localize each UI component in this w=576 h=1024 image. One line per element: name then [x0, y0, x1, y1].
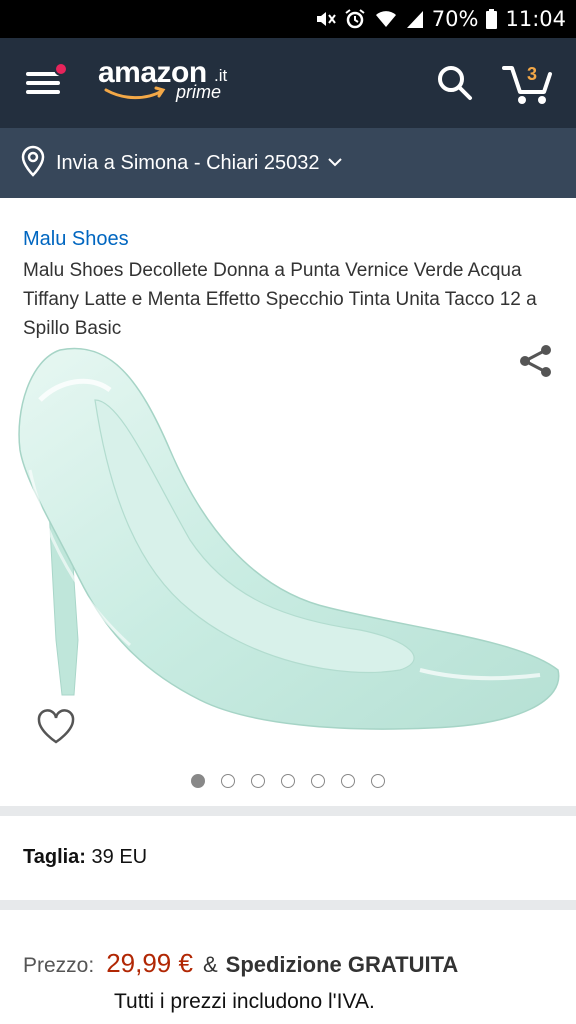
share-icon: [520, 345, 551, 377]
pagination-dot[interactable]: [341, 774, 355, 788]
free-shipping-text: Spedizione GRATUITA: [225, 952, 459, 977]
share-button[interactable]: [518, 343, 554, 384]
pagination-dot[interactable]: [191, 774, 205, 788]
size-selector[interactable]: Taglia: 39 EU: [23, 846, 147, 869]
search-icon: [438, 66, 472, 100]
size-value: 39 EU: [91, 846, 148, 868]
signal-icon: [406, 9, 424, 29]
section-divider: [0, 900, 576, 910]
clock: 11:04: [505, 7, 566, 31]
notification-dot: [54, 62, 68, 76]
wifi-icon: [374, 9, 398, 29]
amazon-logo[interactable]: amazon .it prime: [98, 56, 248, 106]
battery-percent: 70%: [431, 7, 479, 31]
battery-icon: [486, 9, 498, 29]
heart-icon: [37, 709, 75, 744]
product-title: Malu Shoes Decollete Donna a Punta Verni…: [23, 260, 537, 339]
pagination-dot[interactable]: [371, 774, 385, 788]
search-button[interactable]: [436, 64, 474, 107]
price-value: 29,99 €: [106, 948, 193, 978]
pagination-dot[interactable]: [221, 774, 235, 788]
product-image[interactable]: [0, 340, 576, 770]
location-pin-icon: [20, 145, 46, 182]
chevron-down-icon: [327, 154, 343, 172]
app-header: amazon .it prime 3: [0, 38, 576, 128]
vat-note: Tutti i prezzi includono l'IVA.: [114, 990, 375, 1013]
image-pagination: [0, 774, 576, 788]
pagination-dot[interactable]: [311, 774, 325, 788]
section-divider: [0, 806, 576, 816]
alarm-icon: [344, 8, 366, 30]
cart-button[interactable]: 3: [500, 60, 556, 106]
price-amp: &: [202, 952, 218, 977]
pagination-dot[interactable]: [251, 774, 265, 788]
brand-link[interactable]: Malu Shoes: [23, 228, 129, 251]
smile-icon: [104, 86, 166, 100]
price-row: Prezzo: 29,99 € & Spedizione GRATUITA: [23, 948, 458, 979]
add-to-wishlist-button[interactable]: [36, 709, 76, 750]
cart-count: 3: [527, 64, 538, 84]
pagination-dot[interactable]: [281, 774, 295, 788]
menu-button[interactable]: [26, 62, 68, 98]
mute-icon: [314, 9, 336, 29]
price-label: Prezzo:: [23, 954, 95, 977]
delivery-location-text: Invia a Simona - Chiari 25032: [56, 151, 320, 174]
delivery-location-bar[interactable]: Invia a Simona - Chiari 25032: [0, 128, 576, 198]
status-bar: 70% 11:04: [0, 0, 576, 38]
size-label: Taglia:: [23, 846, 86, 868]
